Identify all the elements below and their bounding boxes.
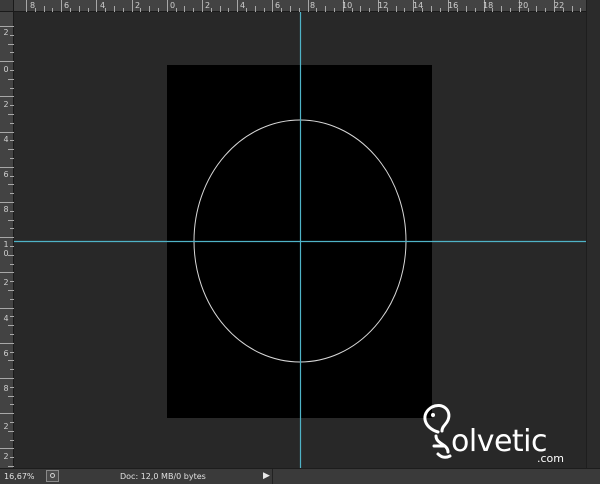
ruler-label: 6 bbox=[3, 170, 9, 179]
ruler-label: 14 bbox=[413, 1, 424, 10]
ruler-label: 4 bbox=[240, 1, 246, 10]
ruler-label: 2 bbox=[3, 28, 9, 37]
ruler-label: 22 bbox=[554, 1, 565, 10]
zoom-level-field[interactable]: 16,67% bbox=[4, 472, 35, 481]
ruler-label: 8 bbox=[30, 1, 36, 10]
proof-setup-icon[interactable] bbox=[46, 470, 59, 482]
vertical-ruler[interactable]: 2 0 2 4 6 8 1 0 2 4 6 8 2 2 bbox=[0, 12, 14, 468]
ruler-label: 8 bbox=[3, 384, 9, 393]
status-menu-arrow-icon[interactable]: ▶ bbox=[263, 471, 270, 481]
status-bar: 16,67% Doc: 12,0 MB/0 bytes ▶ bbox=[0, 468, 600, 484]
brand-wordmark: olvetic bbox=[451, 424, 548, 459]
ruler-label: 0 bbox=[3, 65, 9, 74]
ruler-label: 8 bbox=[3, 205, 9, 214]
ruler-origin-corner[interactable] bbox=[0, 0, 14, 12]
ruler-label: 6 bbox=[275, 1, 281, 10]
ruler-label: 2 bbox=[3, 100, 9, 109]
ruler-label: 4 bbox=[100, 1, 106, 10]
ruler-label: 2 bbox=[3, 422, 9, 431]
brand-domain: .com bbox=[537, 452, 564, 465]
ruler-label: 6 bbox=[3, 349, 9, 358]
ruler-label: 2 bbox=[135, 1, 141, 10]
vertical-scrollbar[interactable] bbox=[586, 0, 600, 468]
ruler-label: 16 bbox=[448, 1, 459, 10]
ruler-label: 20 bbox=[518, 1, 529, 10]
ruler-label: 1 bbox=[3, 240, 9, 249]
ruler-label: 2 bbox=[3, 452, 9, 461]
ruler-label: 0 bbox=[170, 1, 176, 10]
document-info[interactable]: Doc: 12,0 MB/0 bytes bbox=[120, 472, 206, 481]
ruler-label: 8 bbox=[310, 1, 316, 10]
ruler-label: 10 bbox=[342, 1, 353, 10]
ruler-label: 6 bbox=[64, 1, 70, 10]
horizontal-ruler[interactable]: 8 6 4 2 0 2 4 6 8 10 12 14 16 18 20 22 bbox=[14, 0, 586, 12]
ruler-label: 4 bbox=[3, 135, 9, 144]
ruler-label: 4 bbox=[3, 314, 9, 323]
ruler-label: 2 bbox=[3, 278, 9, 287]
ruler-label: 12 bbox=[378, 1, 389, 10]
ruler-label: 18 bbox=[483, 1, 494, 10]
ruler-label: 0 bbox=[3, 249, 9, 258]
photoshop-document-window: 8 6 4 2 0 2 4 6 8 10 12 14 16 18 20 22 2… bbox=[0, 0, 600, 484]
status-divider bbox=[272, 469, 273, 484]
ruler-label: 2 bbox=[205, 1, 211, 10]
